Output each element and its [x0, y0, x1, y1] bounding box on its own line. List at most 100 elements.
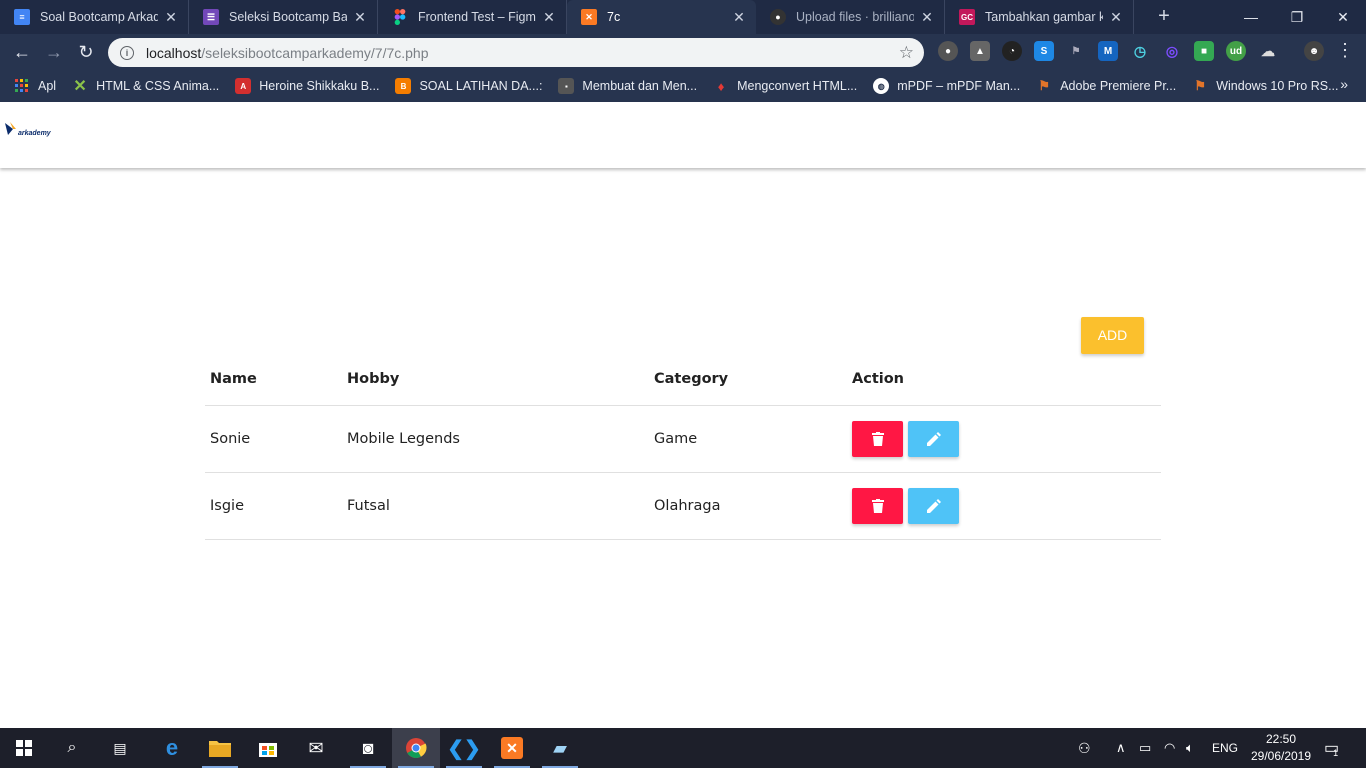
delete-button[interactable] [852, 487, 903, 524]
forward-arrow-icon[interactable]: → [42, 40, 66, 64]
forms-icon: ☰ [203, 9, 219, 25]
logo-text: arkademy [18, 130, 51, 137]
notification-center-icon[interactable]: ▭ 1 [1324, 728, 1339, 768]
tab-7c[interactable]: ✕ 7c ✕ [567, 0, 756, 34]
restore-button[interactable]: ❐ [1274, 0, 1320, 34]
search-icon[interactable]: ⌕ [48, 728, 96, 768]
clock-time: 22:50 [1265, 732, 1297, 746]
tab-soal-bootcamp[interactable]: ≡ Soal Bootcamp Arkademy ✕ [0, 0, 189, 34]
table-header-row: Name Hobby Category Action [205, 354, 1161, 406]
tab-tambahkan-gambar[interactable]: GC Tambahkan gambar ke ✕ [945, 0, 1134, 34]
bookmark-label: Adobe Premiere Pr... [1060, 79, 1177, 93]
anime-icon: A [235, 78, 252, 94]
bookmarks-overflow-icon[interactable]: » [1340, 76, 1348, 92]
volume-icon[interactable]: 🔈︎ [1186, 728, 1194, 768]
pencil-icon [926, 431, 941, 446]
arkademy-logo[interactable]: arkademy [4, 120, 60, 146]
extension-ring-icon[interactable]: ◎ [1162, 41, 1182, 61]
edge-icon[interactable]: e [148, 728, 196, 768]
bookmark-heroine[interactable]: A Heroine Shikkaku B... [235, 78, 379, 94]
extension-gauge-icon[interactable]: ◔ [1002, 41, 1022, 61]
extension-m-icon[interactable]: M [1098, 41, 1118, 61]
isal-icon: ▪ [558, 78, 575, 94]
tab-upload-files[interactable]: ● Upload files · brillianodh ✕ [756, 0, 945, 34]
tab-label: Upload files · brillianodh [796, 10, 914, 24]
profile-avatar[interactable]: ☻ [1304, 41, 1324, 61]
site-navbar: arkademy [0, 102, 1366, 168]
info-icon[interactable]: i [120, 45, 134, 60]
add-button[interactable]: ADD [1081, 317, 1144, 354]
windows-taskbar: ⌕ ▤ e ✉ ◙ ❮❯ ✕ ▰ ⚇ ∧ ▭ ◠ 🔈︎ ENG 22:50 29… [0, 728, 1366, 768]
bookmark-star-icon[interactable]: ☆ [899, 43, 914, 63]
bookmark-label: Mengconvert HTML... [737, 79, 858, 93]
windows-start-icon[interactable] [0, 728, 48, 768]
bookmark-soal-latihan[interactable]: B SOAL LATIHAN DA...: [395, 78, 542, 94]
chrome-icon[interactable] [392, 728, 440, 768]
notepad-icon[interactable]: ▰ [536, 728, 584, 768]
language-indicator[interactable]: ENG [1212, 728, 1238, 768]
cell-actions [847, 472, 1161, 540]
trash-icon [871, 431, 884, 446]
cell-category: Game [649, 405, 847, 473]
extension-ghost-icon[interactable]: ☁ [1258, 41, 1278, 61]
new-tab-button[interactable]: + [1152, 6, 1176, 28]
edit-button[interactable] [908, 420, 959, 457]
address-bar[interactable]: i localhost/seleksibootcamparkademy/7/7c… [108, 38, 924, 67]
close-icon[interactable]: ✕ [542, 9, 556, 26]
taskbar-clock[interactable]: 22:50 29/06/2019 [1244, 731, 1318, 765]
hobby-table: Name Hobby Category Action Sonie Mobile … [205, 354, 1161, 540]
table-row: Isgie Futsal Olahraga [205, 472, 1161, 540]
chrome-menu-icon[interactable]: ⋮ [1336, 40, 1354, 61]
xampp-icon[interactable]: ✕ [488, 728, 536, 768]
cell-name: Isgie [205, 472, 342, 540]
bookmark-mengconvert[interactable]: ♦ Mengconvert HTML... [713, 78, 858, 94]
chevron-up-icon[interactable]: ∧ [1116, 728, 1126, 768]
cell-hobby: Mobile Legends [342, 405, 649, 473]
vscode-icon[interactable]: ❮❯ [440, 728, 488, 768]
task-view-icon[interactable]: ▤ [96, 728, 144, 768]
extension-bulb-icon[interactable]: ● [938, 41, 958, 61]
minimize-button[interactable]: — [1228, 0, 1274, 34]
bookmark-apps[interactable]: Apl [14, 78, 56, 94]
cell-actions [847, 405, 1161, 473]
close-window-button[interactable]: ✕ [1320, 0, 1366, 34]
bookmark-membuat[interactable]: ▪ Membuat dan Men... [558, 78, 697, 94]
close-icon[interactable]: ✕ [164, 9, 178, 26]
bookmark-adobe-premiere[interactable]: ⚑ Adobe Premiere Pr... [1036, 78, 1176, 94]
close-icon[interactable]: ✕ [1109, 9, 1123, 26]
file-explorer-icon[interactable] [196, 728, 244, 768]
extension-s-icon[interactable]: S [1034, 41, 1054, 61]
column-header-name: Name [205, 354, 342, 406]
close-icon[interactable]: ✕ [920, 9, 934, 26]
globe-icon: ◍ [873, 78, 890, 94]
delete-button[interactable] [852, 420, 903, 457]
edit-button[interactable] [908, 487, 959, 524]
cell-hobby: Futsal [342, 472, 649, 540]
extension-image-icon[interactable]: ▲ [970, 41, 990, 61]
close-icon[interactable]: ✕ [353, 9, 367, 26]
table-row: Sonie Mobile Legends Game [205, 405, 1161, 473]
bookmark-mpdf[interactable]: ◍ mPDF – mPDF Man... [873, 78, 1020, 94]
back-arrow-icon[interactable]: ← [10, 40, 34, 64]
tab-figma[interactable]: Frontend Test – Figma ✕ [378, 0, 567, 34]
close-icon[interactable]: ✕ [732, 9, 746, 26]
headphones-app-icon[interactable]: ◙ [344, 728, 392, 768]
xampp-icon: ✕ [581, 9, 597, 25]
bookmark-label: HTML & CSS Anima... [96, 79, 220, 93]
people-icon[interactable]: ⚇ [1078, 728, 1091, 768]
store-icon[interactable] [244, 728, 292, 768]
wifi-icon[interactable]: ◠ [1164, 728, 1175, 768]
tab-label: Seleksi Bootcamp Batch [229, 10, 347, 24]
windows-flag-icon: ⚑ [1194, 78, 1207, 93]
tab-seleksi-bootcamp[interactable]: ☰ Seleksi Bootcamp Batch ✕ [189, 0, 378, 34]
extension-ud-icon[interactable]: ud [1226, 41, 1246, 61]
extension-color-icon[interactable]: ■ [1194, 41, 1214, 61]
extension-clock-icon[interactable]: ◷ [1130, 41, 1150, 61]
bookmark-windows10[interactable]: ⚑ Windows 10 Pro RS... [1192, 78, 1338, 94]
bookmark-html-css[interactable]: ✕ HTML & CSS Anima... [72, 78, 220, 95]
battery-icon[interactable]: ▭ [1139, 728, 1151, 768]
reload-icon[interactable]: ↻ [74, 40, 98, 64]
extension-bookmark-icon[interactable]: ⚑ [1066, 41, 1086, 61]
browser-toolbar: ← → ↻ i localhost/seleksibootcamparkadem… [0, 34, 1366, 70]
mail-icon[interactable]: ✉ [292, 728, 340, 768]
